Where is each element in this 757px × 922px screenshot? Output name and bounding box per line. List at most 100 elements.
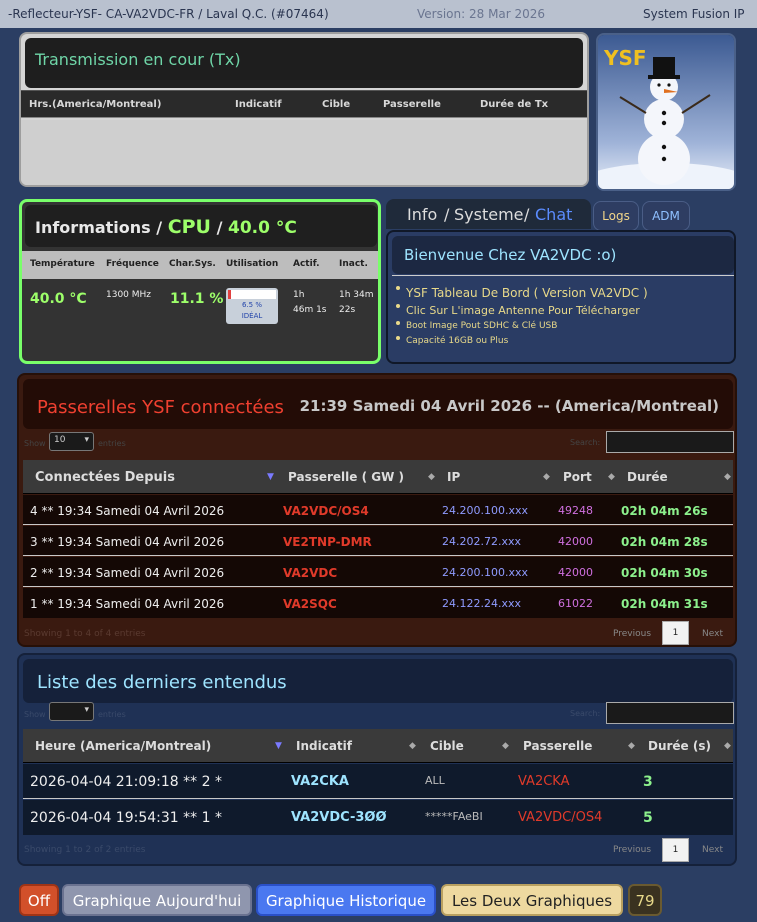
duration-cell: 02h 04m 30s [621,566,708,580]
gateway-cell: VA2VDC [283,566,338,580]
inactive-value-1: 1h 34m [339,290,374,300]
previous-page-button[interactable]: Previous [613,845,651,855]
page-size-value: 10 [54,435,66,445]
sort-desc-icon: ▼ [275,741,282,751]
cpu-header: Informations / CPU / 40.0 °C [25,205,377,247]
gateway-cell: VA2CKA [518,774,570,789]
graph-today-button[interactable]: Graphique Aujourd'hui [62,884,252,916]
target-cell: *****FAeBI [425,810,483,823]
col-target[interactable]: Cible [430,739,464,753]
info-item-boot-image: Boot Image Pout SDHC & Clé USB [395,321,558,331]
since-cell: 1 ** 19:34 Samedi 04 Avril 2026 [30,597,225,611]
heard-search-input[interactable] [606,702,734,724]
sort-icon: ◆ [502,741,509,751]
next-page-button[interactable]: Next [702,845,723,855]
gateway-cell: VA2VDC/OS4 [518,810,603,825]
col-callsign[interactable]: Indicatif [235,99,282,110]
tab-system[interactable]: Systeme [454,205,524,224]
sys-load-value: 11.1 % [170,291,224,307]
col-connected-since[interactable]: Connectées Depuis [35,470,175,485]
sort-icon: ◆ [428,472,435,482]
tab-chat[interactable]: Chat [535,205,572,224]
col-duration-s[interactable]: Durée (s) [648,739,711,753]
gateways-table-info: Showing 1 to 4 of 4 entries [24,629,146,639]
info-panel: Bienvenue Chez VA2VDC :o) YSF Tableau De… [386,230,736,364]
sort-icon: ◆ [724,741,731,751]
gateway-cell: VA2VDC/OS4 [283,504,369,518]
col-gateway[interactable]: Passerelle ( GW ) [288,470,404,484]
info-item-download[interactable]: Clic Sur L'image Antenne Pour Télécharge… [396,304,640,317]
usage-percent: 6.5 % [241,301,262,309]
port-cell: 49248 [558,504,593,517]
cpu-table-header: Température Fréquence Char.Sys. Utilisat… [22,251,378,279]
usage-bar-fill [228,290,232,299]
duration-cell: 3 [643,774,653,790]
version-label: Version: 28 Mar 2026 [417,7,546,21]
col-inactive: Inact. [339,259,368,269]
gateways-panel: Passerelles YSF connectées 21:39 Samedi … [17,373,737,647]
transmission-header: Transmission en cour (Tx) [25,38,583,88]
heard-table-info: Showing 1 to 2 of 2 entries [24,845,146,855]
search-label: Search: [570,709,601,718]
col-gateway[interactable]: Passerelle [523,739,592,753]
col-tx-duration[interactable]: Durée de Tx [480,99,548,110]
table-row[interactable]: 1 ** 19:34 Samedi 04 Avril 2026 VA2SQC 2… [23,588,733,618]
graph-history-button[interactable]: Graphique Historique [256,884,436,916]
sort-icon: ◆ [543,472,550,482]
time-cell: 2026-04-04 19:54:31 ** 1 * [30,810,222,826]
off-button[interactable]: Off [19,884,59,916]
temperature-value: 40.0 °C [30,291,87,307]
gateways-clock: 21:39 Samedi 04 Avril 2026 -- (America/M… [299,397,719,415]
tab-info[interactable]: Info [407,205,437,224]
table-row[interactable]: 4 ** 19:34 Samedi 04 Avril 2026 VA2VDC/O… [23,495,733,525]
counter-badge: 79 [628,884,662,916]
col-hours[interactable]: Hrs.(America/Montreal) [29,99,161,110]
col-callsign[interactable]: Indicatif [296,739,352,753]
info-divider [392,275,734,276]
sort-icon: ◆ [608,472,615,482]
both-graphs-button[interactable]: Les Deux Graphiques [441,884,623,916]
sort-icon: ◆ [409,741,416,751]
duration-cell: 02h 04m 26s [621,504,708,518]
usage-status: IDÉAL [241,312,263,320]
cpu-title: Informations / CPU / 40.0 °C [35,216,297,238]
table-row[interactable]: 2026-04-04 19:54:31 ** 1 * VA2VDC-3ØØ **… [23,800,733,835]
search-label: Search: [570,438,601,447]
sort-icon: ◆ [724,472,731,482]
since-cell: 4 ** 19:34 Samedi 04 Avril 2026 [30,504,225,518]
chevron-down-icon: ▾ [84,705,89,715]
last-heard-panel: Liste des derniers entendus Show ▾ entri… [17,653,737,866]
snowman-logo-image[interactable]: YSF [596,33,736,191]
heard-table-header: Heure (America/Montreal) ▼ Indicatif ◆ C… [23,729,733,763]
gateways-header: Passerelles YSF connectées 21:39 Samedi … [23,379,733,429]
logs-button[interactable]: Logs [593,201,639,231]
ip-cell: 24.122.24.xxx [442,597,522,610]
table-row[interactable]: 3 ** 19:34 Samedi 04 Avril 2026 VE2TNP-D… [23,526,733,556]
page-size-select[interactable]: ▾ [49,702,94,721]
next-page-button[interactable]: Next [702,629,723,639]
col-gateway[interactable]: Passerelle [383,99,441,110]
info-item-dashboard: YSF Tableau De Bord ( Version VA2VDC ) [396,286,648,300]
previous-page-button[interactable]: Previous [613,629,651,639]
page-size-select[interactable]: 10 ▾ [49,432,94,451]
callsign-cell: VA2VDC-3ØØ [291,810,387,825]
adm-button[interactable]: ADM [642,201,690,231]
inactive-value-2: 22s [339,305,356,315]
cpu-title-temp: 40.0 °C [228,218,297,238]
since-cell: 3 ** 19:34 Samedi 04 Avril 2026 [30,535,225,549]
gateways-search-input[interactable] [606,431,734,453]
col-target[interactable]: Cible [322,99,350,110]
col-ip[interactable]: IP [447,470,460,484]
cpu-info-panel: Informations / CPU / 40.0 °C Température… [19,199,381,364]
frequency-value: 1300 MHz [106,290,152,300]
table-row[interactable]: 2 ** 19:34 Samedi 04 Avril 2026 VA2VDC 2… [23,557,733,587]
col-time[interactable]: Heure (America/Montreal) [35,739,211,753]
table-row[interactable]: 2026-04-04 21:09:18 ** 2 * VA2CKA ALL VA… [23,764,733,799]
page-1-button[interactable]: 1 [662,621,689,645]
tab-separator-2: / [524,205,530,224]
page-1-button[interactable]: 1 [662,838,689,862]
col-port[interactable]: Port [563,470,592,484]
active-value-2: 46m 1s [293,305,327,315]
col-duration[interactable]: Durée [627,470,668,484]
port-cell: 42000 [558,566,593,579]
